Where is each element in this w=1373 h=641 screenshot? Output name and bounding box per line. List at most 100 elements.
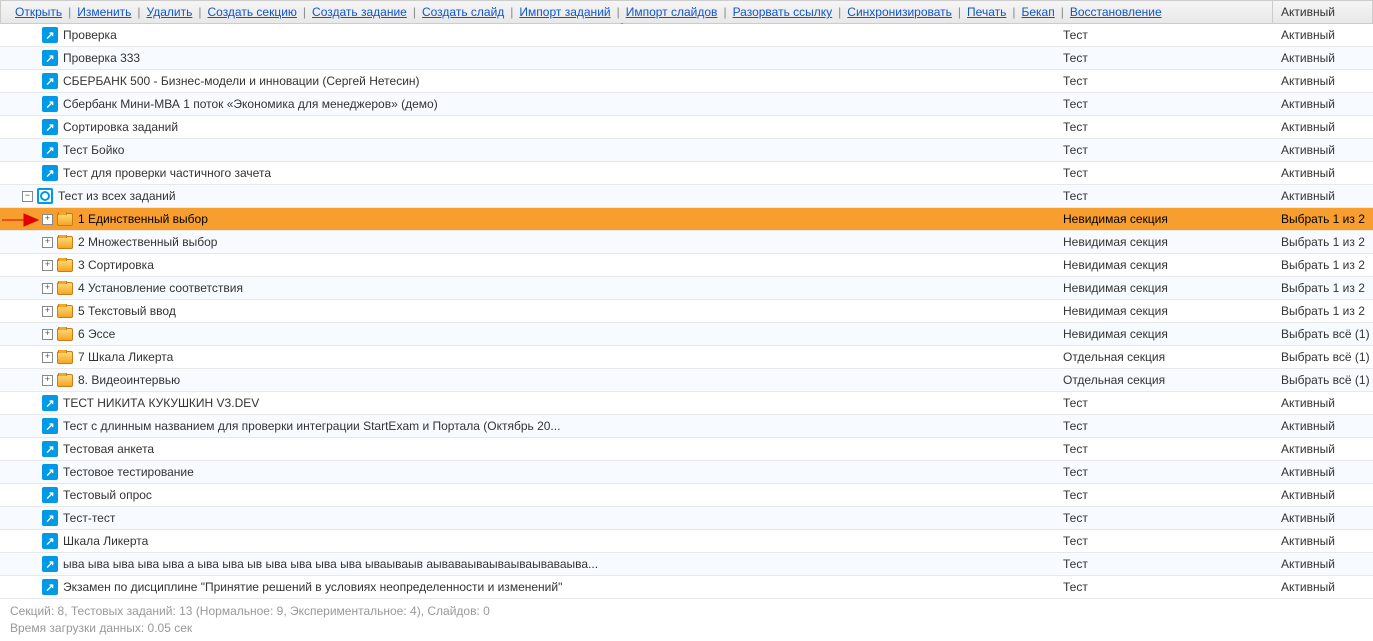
expand-icon[interactable]: + [42, 352, 53, 363]
row-name: Шкала Ликерта [63, 534, 148, 548]
toolbar-link[interactable]: Восстановление [1066, 5, 1166, 19]
row-type: Тест [1055, 534, 1273, 548]
table-row[interactable]: Экзамен по дисциплине "Принятие решений … [0, 576, 1373, 599]
table-row[interactable]: ТЕСТ НИКИТА КУКУШКИН V3.DEVТестАктивный [0, 392, 1373, 415]
row-status: Выбрать 1 из 2 [1273, 235, 1373, 249]
row-name: СБЕРБАНК 500 - Бизнес-модели и инновации… [63, 74, 420, 88]
row-status: Активный [1273, 74, 1373, 88]
test-icon [42, 50, 58, 66]
toolbar-link[interactable]: Печать [963, 5, 1010, 19]
table-row[interactable]: СБЕРБАНК 500 - Бизнес-модели и инновации… [0, 70, 1373, 93]
expand-icon[interactable]: + [42, 214, 53, 225]
toolbar-link[interactable]: Импорт заданий [515, 5, 614, 19]
row-type: Тест [1055, 442, 1273, 456]
test-icon [42, 96, 58, 112]
table-row[interactable]: +5 Текстовый ввод Невидимая секцияВыбрать… [0, 300, 1373, 323]
table-row[interactable]: ПроверкаТестАктивный [0, 24, 1373, 47]
row-status: Активный [1273, 488, 1373, 502]
row-name: Тест из всех заданий [58, 189, 176, 203]
row-name: 3 Сортировка [78, 258, 154, 272]
row-type: Тест [1055, 465, 1273, 479]
row-name: Тест Бойко [63, 143, 124, 157]
table-row[interactable]: Тест для проверки частичного зачетаТестА… [0, 162, 1373, 185]
table-row[interactable]: Тестовый опросТестАктивный [0, 484, 1373, 507]
expand-icon[interactable]: + [42, 283, 53, 294]
table-row[interactable]: Тестовая анкета ТестАктивный [0, 438, 1373, 461]
row-type: Невидимая секция [1055, 281, 1273, 295]
table-row[interactable]: Сортировка заданийТестАктивный [0, 116, 1373, 139]
toolbar-link[interactable]: Разорвать ссылку [729, 5, 837, 19]
row-status: Активный [1273, 511, 1373, 525]
table-row[interactable]: +1 Единственный выборНевидимая секцияВыб… [0, 208, 1373, 231]
table-row[interactable]: +4 Установление соответствияНевидимая се… [0, 277, 1373, 300]
row-name: 5 Текстовый ввод [78, 304, 176, 318]
table-row[interactable]: +6 ЭссеНевидимая секцияВыбрать всё (1) [0, 323, 1373, 346]
row-name: Экзамен по дисциплине "Принятие решений … [63, 580, 562, 594]
row-status: Активный [1273, 465, 1373, 479]
test-icon [42, 165, 58, 181]
row-type: Невидимая секция [1055, 235, 1273, 249]
table-row[interactable]: Тест БойкоТестАктивный [0, 139, 1373, 162]
row-status: Выбрать всё (1) [1273, 350, 1373, 364]
table-row[interactable]: Тест с длинным названием для проверки ин… [0, 415, 1373, 438]
row-status: Активный [1273, 580, 1373, 594]
row-status: Выбрать 1 из 2 [1273, 304, 1373, 318]
toolbar-link[interactable]: Создать слайд [418, 5, 508, 19]
toolbar-link[interactable]: Удалить [143, 5, 197, 19]
row-type: Тест [1055, 511, 1273, 525]
row-name: 7 Шкала Ликерта [78, 350, 173, 364]
row-status: Активный [1273, 442, 1373, 456]
toolbar-link[interactable]: Создать задание [308, 5, 411, 19]
row-type: Тест [1055, 488, 1273, 502]
row-status: Активный [1273, 120, 1373, 134]
folder-icon [57, 213, 73, 226]
expand-icon[interactable]: + [42, 375, 53, 386]
table-row[interactable]: −Тест из всех заданийТестАктивный [0, 185, 1373, 208]
footer-line-1: Секций: 8, Тестовых заданий: 13 (Нормаль… [10, 603, 1363, 620]
row-name: Тестовое тестирование [63, 465, 194, 479]
row-name: Тестовая анкета [63, 442, 154, 456]
collapse-icon[interactable]: − [22, 191, 33, 202]
table-row[interactable]: Шкала Ликерта ТестАктивный [0, 530, 1373, 553]
toolbar-link[interactable]: Импорт слайдов [622, 5, 722, 19]
row-type: Тест [1055, 580, 1273, 594]
toolbar-link[interactable]: Синхронизировать [843, 5, 956, 19]
toolbar-link[interactable]: Бекап [1017, 5, 1058, 19]
row-name: Проверка 333 [63, 51, 140, 65]
test-icon [42, 119, 58, 135]
table-row[interactable]: Проверка 333ТестАктивный [0, 47, 1373, 70]
folder-icon [57, 328, 73, 341]
row-type: Невидимая секция [1055, 304, 1273, 318]
row-status: Активный [1273, 534, 1373, 548]
folder-icon [57, 282, 73, 295]
table-row[interactable]: Тест-тестТестАктивный [0, 507, 1373, 530]
row-type: Отдельная секция [1055, 350, 1273, 364]
table-row[interactable]: ыва ыва ыва ыва ыва а ыва ыва ыв ыва ыва… [0, 553, 1373, 576]
expand-icon[interactable]: + [42, 237, 53, 248]
table-row[interactable]: Сбербанк Мини-МВА 1 поток «Экономика для… [0, 93, 1373, 116]
table-row[interactable]: +3 СортировкаНевидимая секцияВыбрать 1 и… [0, 254, 1373, 277]
row-type: Тест [1055, 557, 1273, 571]
row-name: 1 Единственный выбор [78, 212, 208, 226]
expand-icon[interactable]: + [42, 306, 53, 317]
table-row[interactable]: +7 Шкала Ликерта Отдельная секцияВыбрать … [0, 346, 1373, 369]
toolbar-links: Открыть|Изменить|Удалить|Создать секцию|… [1, 5, 1272, 19]
row-type: Тест [1055, 189, 1273, 203]
test-icon [42, 441, 58, 457]
test-icon [42, 395, 58, 411]
table-row[interactable]: +2 Множественный выбор Невидимая секцияВы… [0, 231, 1373, 254]
toolbar-link[interactable]: Открыть [11, 5, 66, 19]
table-row[interactable]: Тестовое тестирование ТестАктивный [0, 461, 1373, 484]
table-row[interactable]: +8. ВидеоинтервьюОтдельная секцияВыбрать… [0, 369, 1373, 392]
row-name: Проверка [63, 28, 117, 42]
expand-icon[interactable]: + [42, 260, 53, 271]
expand-icon[interactable]: + [42, 329, 53, 340]
row-name: 2 Множественный выбор [78, 235, 217, 249]
row-type: Тест [1055, 51, 1273, 65]
row-status: Активный [1273, 28, 1373, 42]
row-name: ТЕСТ НИКИТА КУКУШКИН V3.DEV [63, 396, 259, 410]
row-name: 8. Видеоинтервью [78, 373, 180, 387]
test-icon [42, 510, 58, 526]
toolbar-link[interactable]: Создать секцию [203, 5, 300, 19]
toolbar-link[interactable]: Изменить [73, 5, 135, 19]
